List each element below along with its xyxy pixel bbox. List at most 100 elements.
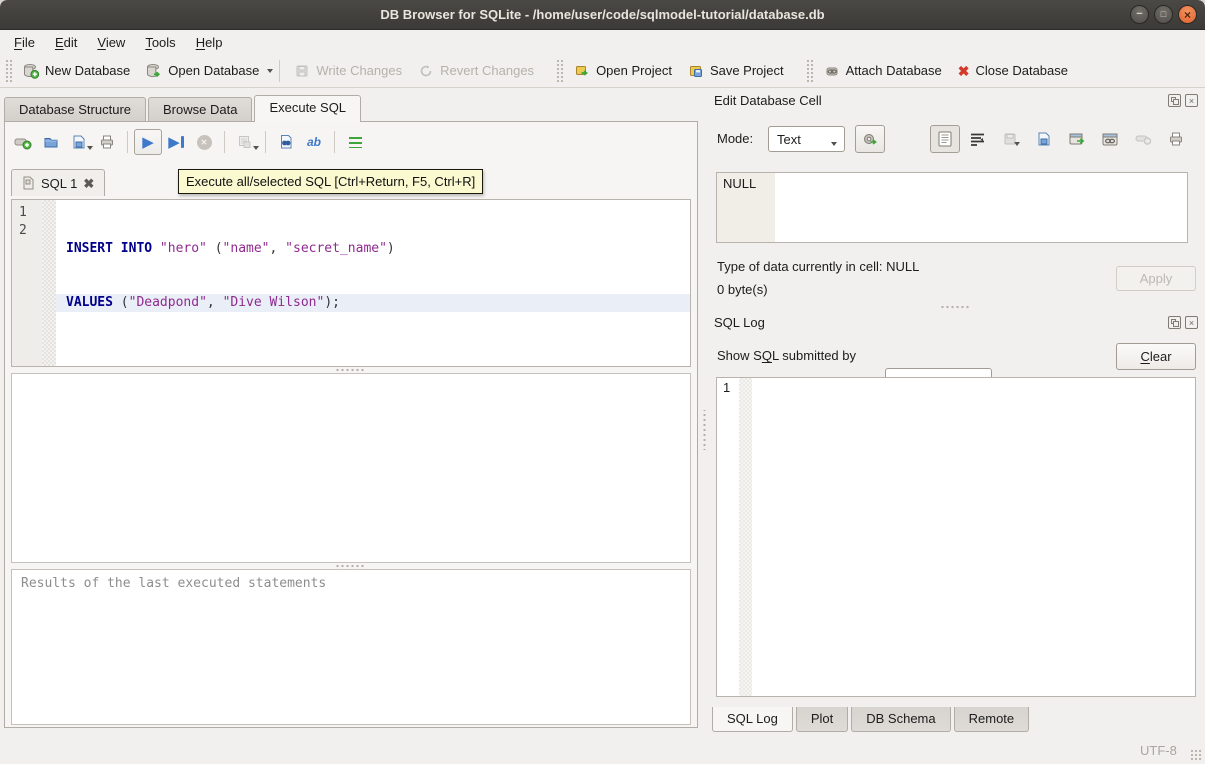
find-button[interactable] [272,129,300,155]
bottom-tab-remote[interactable]: Remote [954,707,1030,732]
cell-word-wrap-button[interactable] [963,125,993,153]
mode-label: Mode: [717,131,753,146]
main-toolbar: New Database Open Database Write Changes… [0,54,1205,88]
clear-log-button[interactable]: Clear [1116,343,1196,370]
save-sql-file-button[interactable] [65,129,93,155]
maximize-icon: □ [1161,10,1166,19]
autocomplete-button[interactable]: ab [300,129,328,155]
tab-database-structure[interactable]: Database Structure [4,97,146,122]
edit-cell-dock-titlebar: Edit Database Cell × [714,93,1198,108]
execute-sql-panel: ▶ ▶ ✕ ab SQL 1 ✖ 1 2 INSERT INTO "her [4,121,698,728]
cell-export-file-button[interactable] [1029,125,1059,153]
cell-set-null-button[interactable] [1128,125,1158,153]
open-database-icon [146,63,162,79]
tab-browse-data[interactable]: Browse Data [148,97,252,122]
results-message-area[interactable]: Results of the last executed statements [11,569,691,725]
close-icon: × [1184,9,1191,21]
import-gear-icon [862,131,879,147]
toolbar-grip[interactable] [806,59,813,83]
log-content[interactable] [752,378,1195,696]
cell-copy-link-button[interactable] [1095,125,1125,153]
cell-text-mode-button[interactable] [930,125,960,153]
write-changes-button[interactable]: Write Changes [286,59,410,83]
editor-code-area[interactable]: INSERT INTO "hero" ("name", "secret_name… [56,200,690,366]
results-placeholder: Results of the last executed statements [21,576,326,591]
tab-execute-sql[interactable]: Execute SQL [254,95,361,122]
edit-cell-dock-title: Edit Database Cell [714,93,1164,108]
cell-open-in-app-button[interactable] [1062,125,1092,153]
open-database-button[interactable]: Open Database [138,59,267,83]
sql-toolbar-separator [127,131,128,153]
window-controls: − □ × [1130,5,1197,24]
cell-editor-icon-row [930,125,1191,153]
save-results-button[interactable] [231,129,259,155]
stop-execution-button[interactable]: ✕ [190,129,218,155]
code-line-1: INSERT INTO "hero" ("name", "secret_name… [56,240,690,258]
open-project-button[interactable]: Open Project [566,59,680,83]
sql-editor[interactable]: 1 2 INSERT INTO "hero" ("name", "secret_… [11,199,691,367]
menu-edit[interactable]: Edit [45,32,87,53]
cell-value-input[interactable] [775,173,1187,242]
new-sql-tab-button[interactable] [9,129,37,155]
sql-toolbar-separator [224,131,225,153]
results-grid[interactable] [11,373,691,563]
show-sql-label: Show SQL submitted by [717,348,856,363]
sql-editor-toolbar: ▶ ▶ ✕ ab [9,127,369,157]
apply-button[interactable]: Apply [1116,266,1196,291]
minimize-button[interactable]: − [1130,5,1149,24]
execute-all-icon: ▶ [142,135,154,150]
maximize-button[interactable]: □ [1154,5,1173,24]
execute-tooltip: Execute all/selected SQL [Ctrl+Return, F… [178,169,483,194]
menu-help[interactable]: Help [186,32,233,53]
log-line-number: 1 [723,380,730,395]
title-bar: DB Browser for SQLite - /home/user/code/… [0,0,1205,30]
format-sql-icon [349,137,362,148]
sql-log-area[interactable]: 1 [716,377,1196,697]
editor-fold-margin[interactable] [42,200,56,366]
print-sql-button[interactable] [93,129,121,155]
save-results-dropdown-icon [253,146,259,153]
execute-line-button[interactable]: ▶ [162,129,190,155]
dock-close-icon[interactable]: × [1185,316,1198,329]
close-database-button[interactable]: ✖ Close Database [950,59,1076,82]
toolbar-grip[interactable] [5,59,12,83]
open-database-dropdown-icon[interactable] [267,69,273,76]
open-sql-file-button[interactable] [37,129,65,155]
sql-toolbar-separator [265,131,266,153]
cell-print-button[interactable] [1161,125,1191,153]
sql-tab-close-icon[interactable]: ✖ [83,177,94,190]
dock-float-icon[interactable] [1168,316,1181,329]
line-number: 2 [19,222,42,240]
dock-splitter[interactable] [940,305,970,310]
panel-splitter[interactable] [700,410,708,450]
toolbar-grip[interactable] [556,59,563,83]
bottom-tab-db-schema[interactable]: DB Schema [851,707,950,732]
resize-grip[interactable] [1190,749,1203,762]
cell-type-gutter: NULL [717,173,775,242]
close-button[interactable]: × [1178,5,1197,24]
sql-document-tab[interactable]: SQL 1 ✖ [11,169,105,196]
new-database-icon [23,63,39,79]
bottom-tab-sql-log[interactable]: SQL Log [712,707,793,732]
mode-select[interactable]: Text [768,126,845,152]
revert-changes-button[interactable]: Revert Changes [410,59,542,83]
save-project-icon [688,63,704,79]
import-cell-data-button[interactable] [855,125,885,153]
menu-tools[interactable]: Tools [135,32,185,53]
dock-close-icon[interactable]: × [1185,94,1198,107]
new-database-button[interactable]: New Database [15,59,138,83]
toolbar-separator [279,60,280,82]
cell-value-editor[interactable]: NULL [716,172,1188,243]
format-sql-button[interactable] [341,129,369,155]
encoding-indicator[interactable]: UTF-8 [1140,743,1177,758]
dock-float-icon[interactable] [1168,94,1181,107]
revert-changes-icon [418,63,434,79]
close-database-icon: ✖ [958,64,970,78]
save-project-button[interactable]: Save Project [680,59,792,83]
bottom-tab-plot[interactable]: Plot [796,707,848,732]
attach-database-button[interactable]: Attach Database [816,59,950,83]
menu-view[interactable]: View [87,32,135,53]
cell-import-file-button[interactable] [996,125,1026,153]
menu-file[interactable]: File [4,32,45,53]
execute-all-button[interactable]: ▶ [134,129,162,155]
